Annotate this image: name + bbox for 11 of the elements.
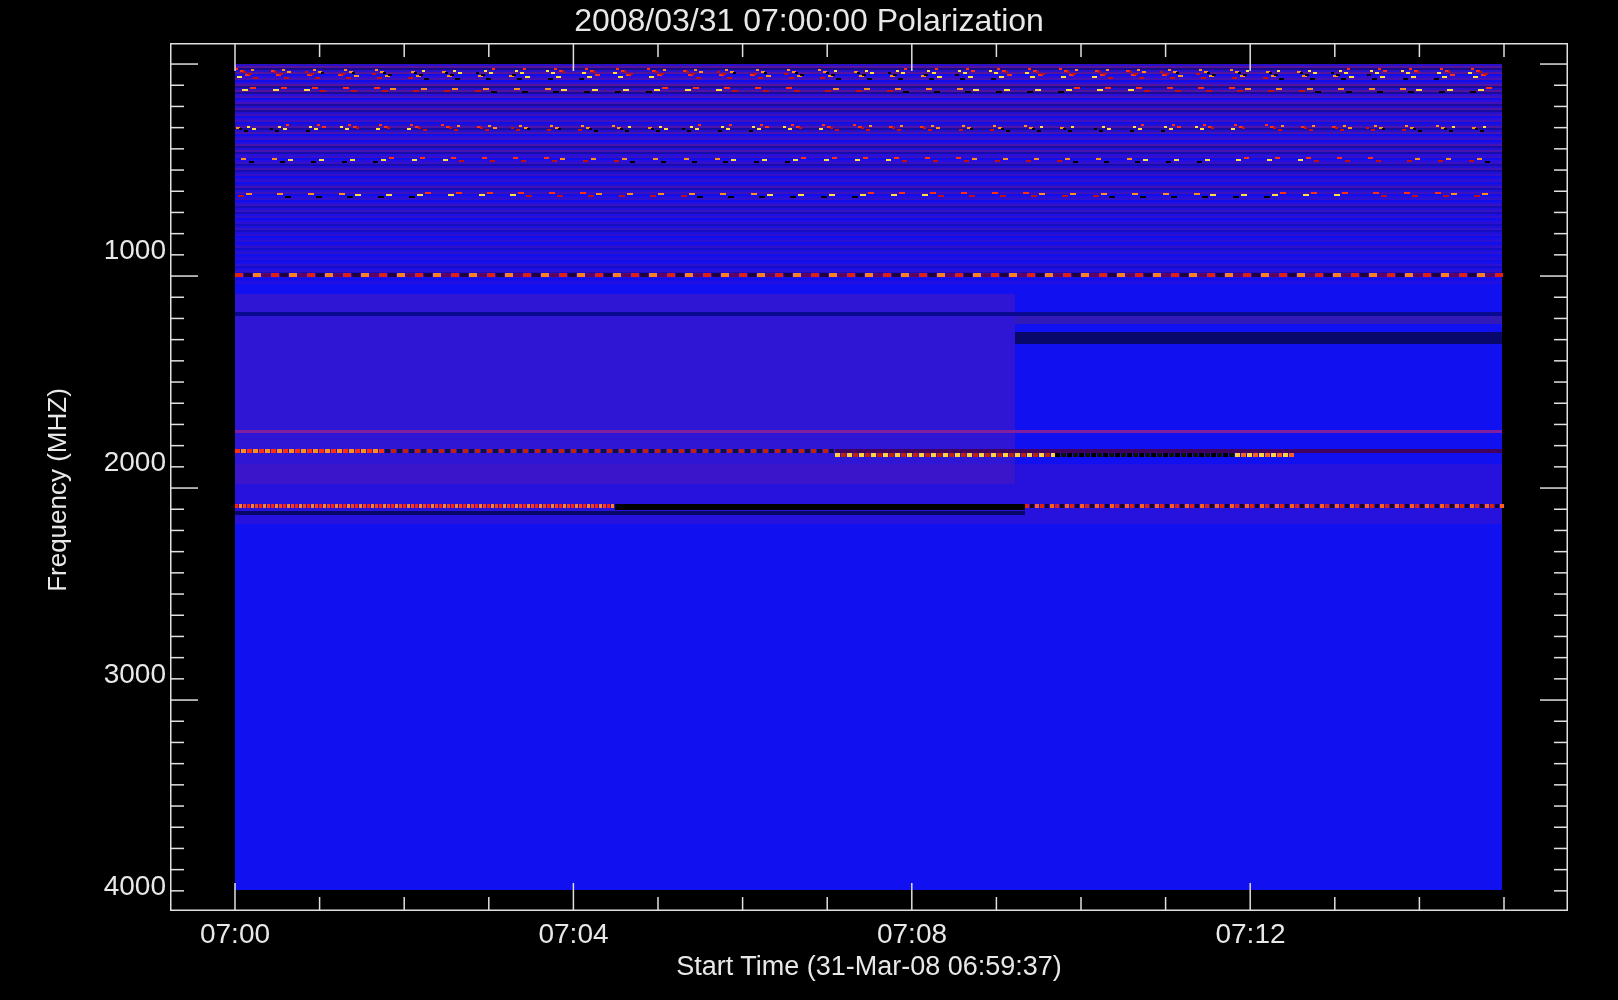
x-tick-label: 07:08 [875, 918, 949, 950]
y-tick-label: 2000 [102, 446, 166, 478]
y-tick-label: 3000 [102, 658, 166, 690]
y-tick-label: 1000 [102, 234, 166, 266]
chart-title: 2008/03/31 07:00:00 Polarization [573, 1, 1045, 40]
x-axis-label: Start Time (31-Mar-08 06:59:37) [675, 950, 1063, 982]
y-tick-label: 4000 [102, 870, 166, 902]
x-tick-label: 07:00 [198, 918, 272, 950]
x-tick-label: 07:12 [1214, 918, 1287, 950]
x-tick-label: 07:04 [537, 918, 610, 950]
y-axis-label: Frequency (MHZ) [42, 388, 72, 592]
